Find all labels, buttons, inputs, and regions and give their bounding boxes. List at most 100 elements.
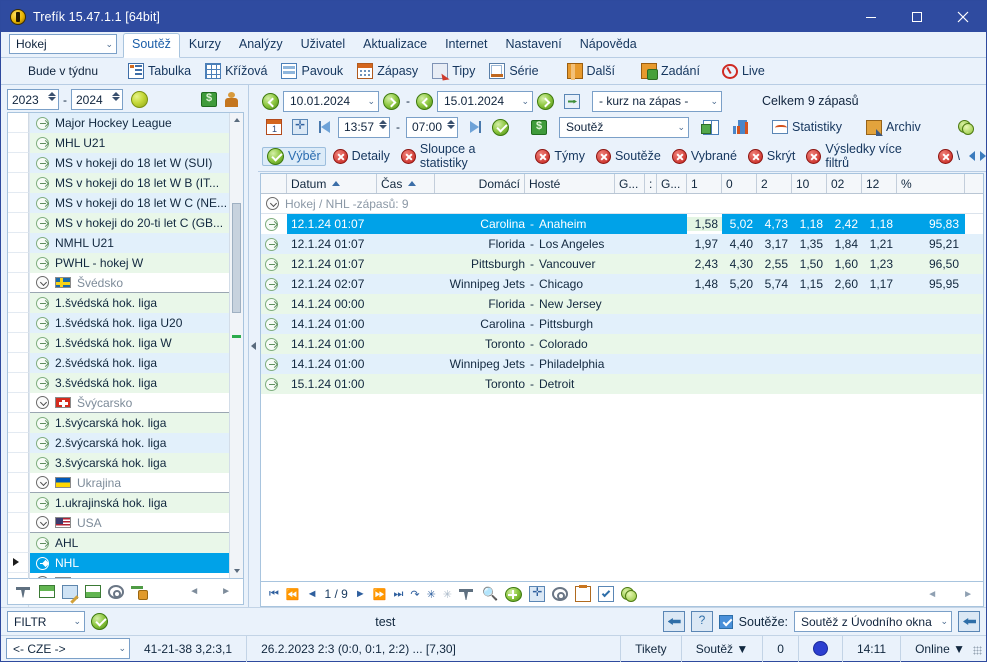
maximize-icon[interactable] (894, 1, 940, 32)
goto-icon[interactable] (36, 536, 49, 550)
goto-icon[interactable] (36, 256, 49, 270)
row-goto-cell[interactable] (261, 277, 287, 291)
goto-icon[interactable] (36, 416, 49, 430)
expand-icon[interactable] (36, 516, 49, 529)
date-from-input[interactable]: 10.01.2024 ⌄ (283, 90, 379, 112)
hscroll-right-icon[interactable]: ► (221, 586, 231, 597)
tabs-next-icon[interactable] (980, 151, 986, 161)
date-from-next-icon[interactable] (383, 92, 400, 110)
scroll-up-icon[interactable] (230, 113, 243, 127)
back-button[interactable] (662, 611, 685, 632)
tree-item[interactable]: Švýcarsko (30, 393, 229, 413)
goto-icon[interactable] (36, 136, 49, 150)
gear-icon[interactable] (552, 587, 569, 601)
collapse-icon[interactable] (266, 197, 279, 210)
menu-item-uzivatel[interactable]: Uživatel (292, 33, 354, 57)
goto-icon[interactable] (36, 116, 49, 130)
red-x-icon[interactable] (671, 148, 687, 164)
column-header-02[interactable]: 02 (827, 174, 862, 193)
filter-icon[interactable] (459, 587, 475, 601)
goto-icon[interactable] (36, 196, 49, 210)
tree-item[interactable]: USA (30, 513, 229, 533)
tree-item[interactable]: MHL U21 (30, 133, 229, 153)
season-from-stepper[interactable]: 2023 (7, 89, 59, 110)
tree-item[interactable]: Ukrajina (30, 473, 229, 493)
tree-item[interactable]: 3.švédská hok. liga (30, 373, 229, 393)
ribbon-button-tipy[interactable]: Tipy (425, 60, 482, 83)
tree-hscroll[interactable]: ◄ ► (189, 586, 237, 597)
move-icon[interactable] (292, 118, 308, 135)
goto-icon[interactable] (36, 436, 49, 450)
goto-icon[interactable] (36, 316, 49, 330)
tree-item[interactable]: 1.ukrajinská hok. liga (30, 493, 229, 513)
stepper-arrows-icon[interactable] (379, 119, 387, 129)
date-to-input[interactable]: 15.01.2024 ⌄ (437, 90, 533, 112)
column-header-pct[interactable]: % (897, 174, 965, 193)
row-goto-cell[interactable] (261, 337, 287, 351)
next-page-icon[interactable]: ► (355, 588, 366, 600)
time-to-input[interactable]: 07:00 (406, 116, 458, 138)
ribbon-button-krizova[interactable]: Křížová (198, 60, 274, 83)
menu-item-soutez[interactable]: Soutěž (123, 33, 180, 58)
wand-icon[interactable] (62, 584, 78, 599)
tree-list[interactable]: Major Hockey League MHL U21 MS v hokeji do… (30, 113, 229, 578)
goto-icon[interactable] (36, 296, 49, 310)
competition-selector[interactable]: Soutěž ⌄ (559, 116, 689, 138)
filter-icon[interactable] (16, 585, 32, 599)
menu-item-analyzy[interactable]: Analýzy (230, 33, 292, 57)
filter-tab[interactable]: Skrýt (744, 148, 799, 165)
goto-icon[interactable] (36, 356, 49, 370)
money-icon[interactable] (531, 119, 547, 135)
goto-icon[interactable] (36, 376, 49, 390)
filter-tab[interactable]: Výsledky více filtrů (802, 141, 930, 171)
tree-item[interactable]: 3.švýcarská hok. liga (30, 453, 229, 473)
souteze-source-selector[interactable]: Soutěž z Úvodního okna ⌄ (794, 611, 952, 632)
column-header-10[interactable]: 10 (792, 174, 827, 193)
filter-tab[interactable]: Výběr (262, 146, 326, 166)
tree-item[interactable]: NMHL U21 (30, 233, 229, 253)
grid-row[interactable]: 15.1.24 01:00 Toronto - Detroit (261, 374, 983, 394)
filter-tab[interactable]: \ (934, 148, 964, 165)
tree-item[interactable]: MS v hokeji do 18 let W C (NE... (30, 193, 229, 213)
filter-tab[interactable]: Vybrané (668, 148, 741, 165)
row-goto-cell[interactable] (261, 237, 287, 251)
resize-grip-icon[interactable] (969, 642, 983, 656)
tree-item[interactable]: 2.švýcarská hok. liga (30, 433, 229, 453)
grid-group-row[interactable]: Hokej / NHL -zápasů: 9 (261, 194, 983, 214)
hscroll-left-icon[interactable]: ◄ (189, 586, 199, 597)
tree-item[interactable]: 1.švýcarská hok. liga (30, 413, 229, 433)
expand-icon[interactable] (529, 585, 546, 602)
red-x-icon[interactable] (747, 148, 763, 164)
language-selector[interactable]: <- CZE -> ⌄ (6, 638, 130, 659)
ribbon-button-pavouk[interactable]: Pavouk (274, 60, 350, 83)
goto-icon[interactable] (36, 456, 49, 470)
expand-icon[interactable] (36, 476, 49, 489)
tree-item[interactable]: MS v hokeji do 20-ti let C (GB... (30, 213, 229, 233)
column-header-2[interactable]: 2 (757, 174, 792, 193)
stepper-arrows-icon[interactable] (112, 92, 120, 101)
archiv-button[interactable]: Archiv (859, 116, 928, 139)
time-from-input[interactable]: 13:57 (338, 116, 390, 138)
grid-row[interactable]: 14.1.24 01:00 Toronto - Colorado (261, 334, 983, 354)
tree-item[interactable]: 1.švédská hok. liga (30, 293, 229, 313)
calendar-icon[interactable] (266, 119, 282, 135)
goto-icon[interactable] (36, 176, 49, 190)
column-header-g1[interactable]: G... (615, 174, 645, 193)
column-header-colon[interactable]: : (645, 174, 657, 193)
funnel-lock-icon[interactable] (131, 585, 148, 600)
column-header-1[interactable]: 1 (687, 174, 722, 193)
green-bottom-icon[interactable] (85, 585, 101, 598)
souteze-checkbox[interactable] (718, 614, 733, 629)
column-header-0[interactable]: 0 (722, 174, 757, 193)
stepper-arrows-icon[interactable] (48, 92, 56, 101)
red-x-icon[interactable] (332, 148, 348, 164)
tree-item[interactable]: Velká Británie (30, 573, 229, 578)
column-header-12[interactable]: 12 (862, 174, 897, 193)
tree-item[interactable]: AHL (30, 533, 229, 553)
date-to-prev-icon[interactable] (416, 92, 433, 110)
column-header-g2[interactable]: G... (657, 174, 687, 193)
ribbon-button-serie[interactable]: Série (482, 60, 545, 83)
scroll-thumb[interactable] (232, 203, 241, 313)
help-button[interactable] (690, 611, 713, 632)
time-prev-icon[interactable] (318, 120, 334, 134)
